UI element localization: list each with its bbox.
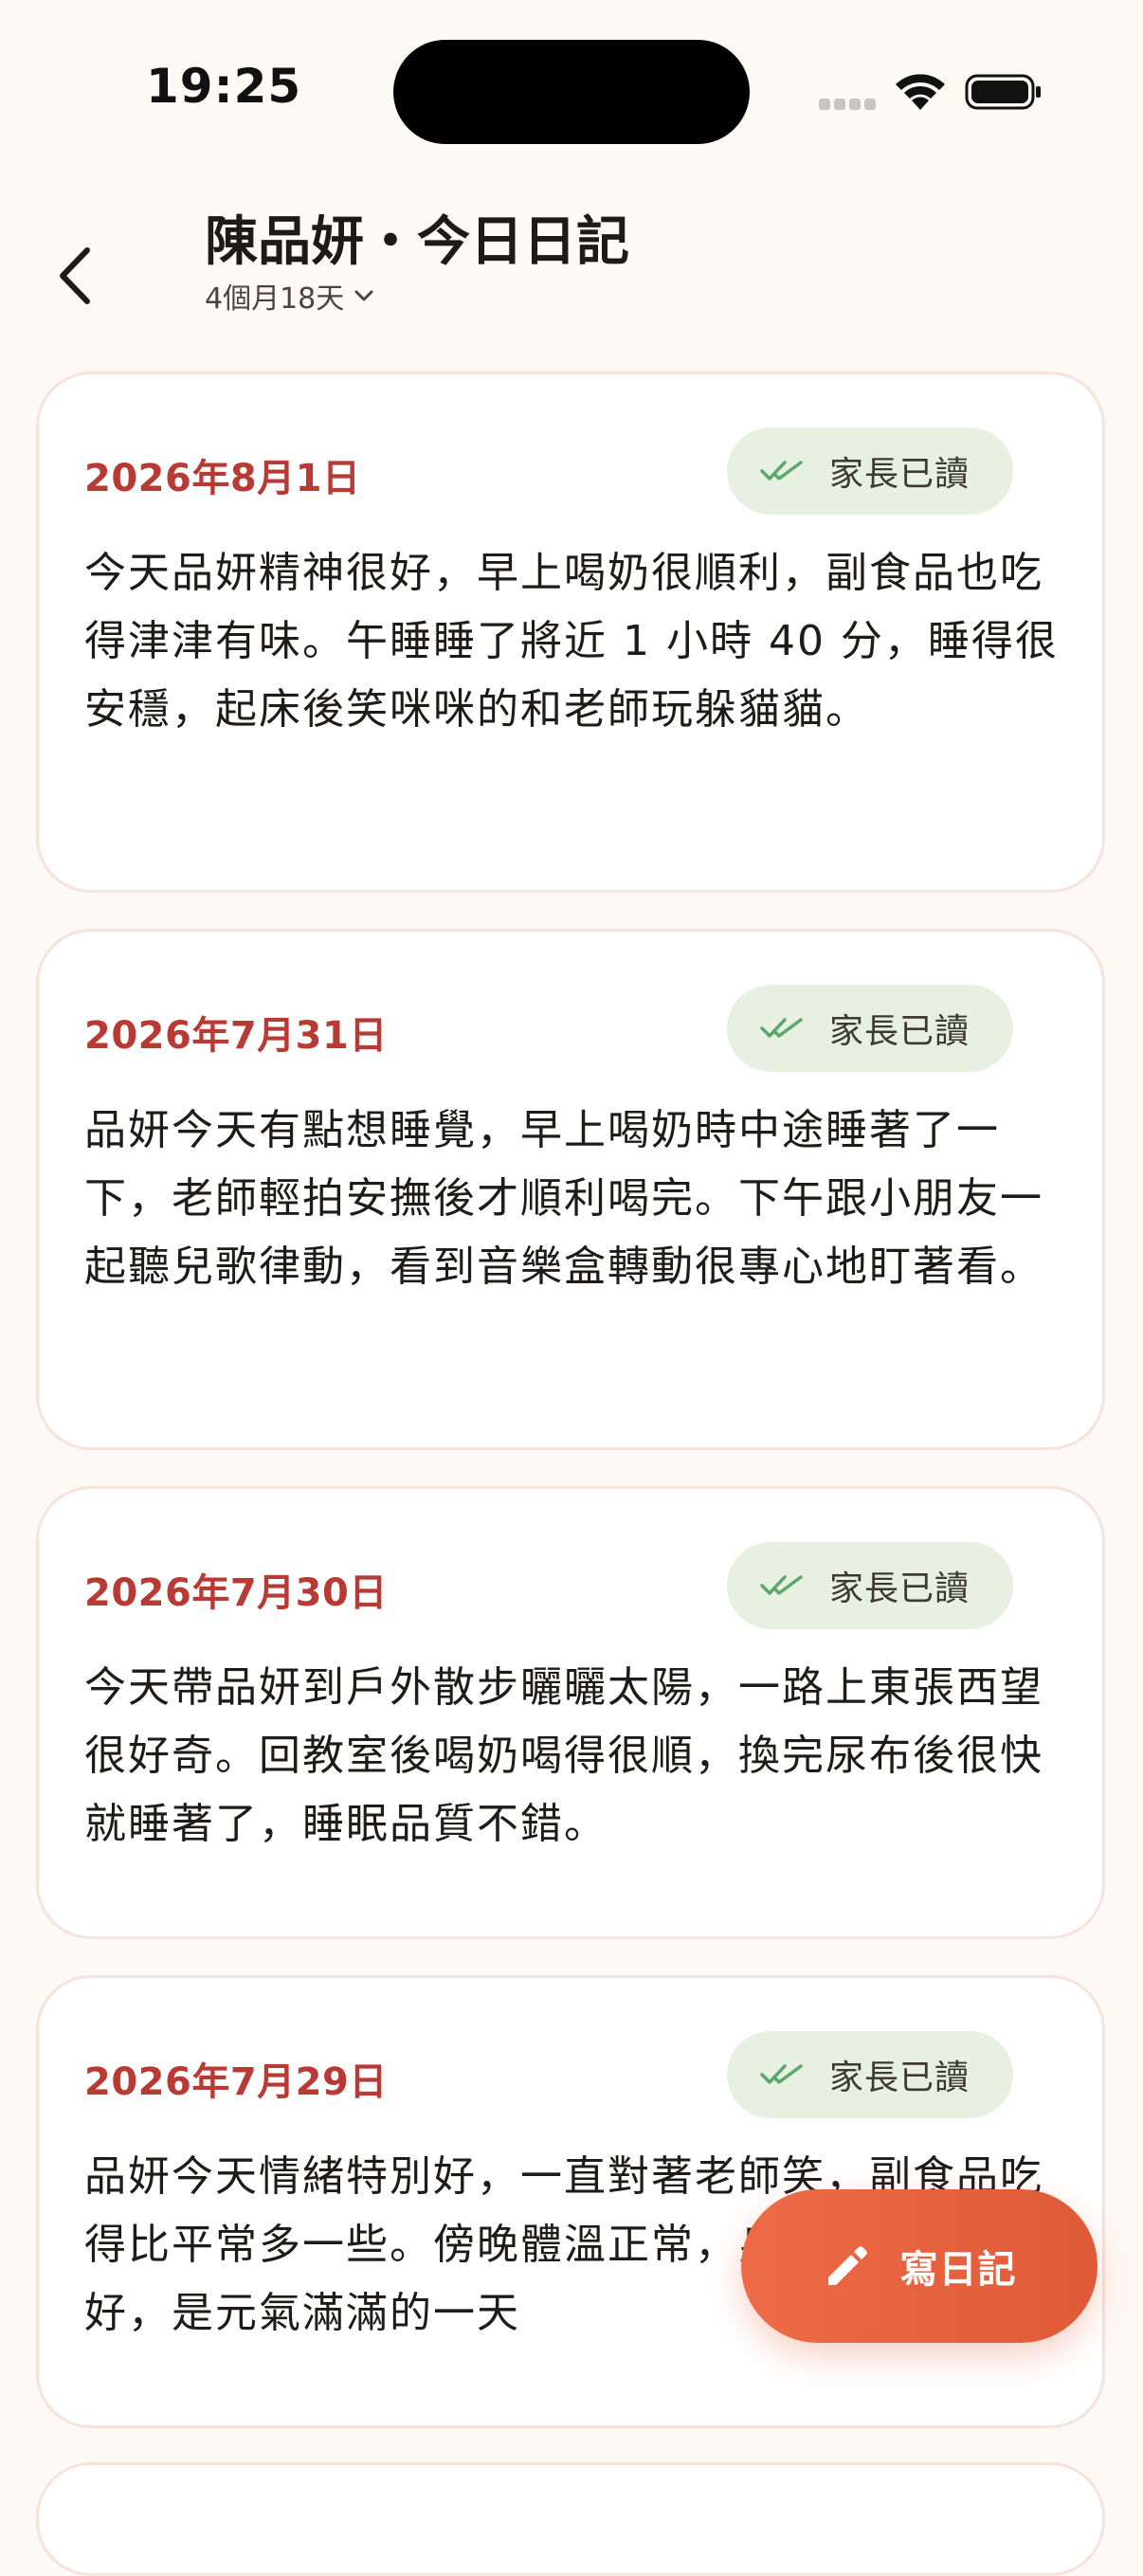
age-selector[interactable]: 4個月18天: [205, 273, 374, 318]
read-status-label: 家長已讀: [828, 2059, 970, 2097]
age-label: 4個月18天: [205, 282, 345, 316]
double-check-icon: [760, 1018, 803, 1038]
diary-card[interactable]: 2026年8月1日 家長已讀 今天品妍精神很好，早上喝奶很順利，副食品也吃得津津…: [36, 372, 1105, 893]
entry-date: 2026年8月1日: [84, 457, 361, 500]
wifi-icon: [896, 74, 945, 110]
read-status-badge: 家長已讀: [726, 1542, 1013, 1629]
status-time: 19:25: [146, 59, 302, 114]
diary-card[interactable]: 2026年7月30日 家長已讀 今天帶品妍到戶外散步曬曬太陽，一路上東張西望很好…: [36, 1486, 1105, 1939]
entry-date: 2026年7月30日: [84, 1571, 388, 1615]
entry-date: 2026年7月31日: [84, 1014, 388, 1058]
entry-text: 今天品妍精神很好，早上喝奶很順利，副食品也吃得津津有味。午睡睡了將近 1 小時 …: [84, 549, 1059, 734]
write-diary-button[interactable]: 寫日記: [741, 2189, 1098, 2343]
header: 陳品妍・今日日記 4個月18天: [0, 190, 1143, 351]
page-title: 陳品妍・今日日記: [205, 211, 629, 273]
back-button[interactable]: [47, 218, 114, 322]
battery-icon: [965, 74, 1041, 110]
diary-card[interactable]: [36, 2462, 1105, 2576]
double-check-icon: [760, 461, 803, 481]
entry-text: 品妍今天有點想睡覺，早上喝奶時中途睡著了一下，老師輕拍安撫後才順利喝完。下午跟小…: [84, 1106, 1043, 1291]
status-bar: 19:25: [0, 0, 1143, 190]
read-status-badge: 家長已讀: [726, 985, 1013, 1072]
read-status-badge: 家長已讀: [726, 427, 1013, 515]
diary-card[interactable]: 2026年7月31日 家長已讀 品妍今天有點想睡覺，早上喝奶時中途睡著了一下，老…: [36, 929, 1105, 1450]
pencil-icon: [827, 2246, 867, 2285]
read-status-label: 家長已讀: [828, 1012, 970, 1051]
read-status-label: 家長已讀: [828, 1569, 970, 1608]
entry-date: 2026年7月29日: [84, 2060, 388, 2104]
chevron-down-icon: [354, 290, 373, 301]
read-status-badge: 家長已讀: [726, 2031, 1013, 2118]
cellular-signal-icon: [819, 99, 876, 112]
dynamic-island: [393, 40, 750, 144]
read-status-label: 家長已讀: [828, 455, 970, 494]
double-check-icon: [760, 2064, 803, 2084]
write-diary-label: 寫日記: [899, 2248, 1017, 2292]
entry-text: 今天帶品妍到戶外散步曬曬太陽，一路上東張西望很好奇。回教室後喝奶喝得很順，換完尿…: [84, 1663, 1043, 1848]
chevron-left-icon: [60, 247, 90, 304]
double-check-icon: [760, 1575, 803, 1595]
